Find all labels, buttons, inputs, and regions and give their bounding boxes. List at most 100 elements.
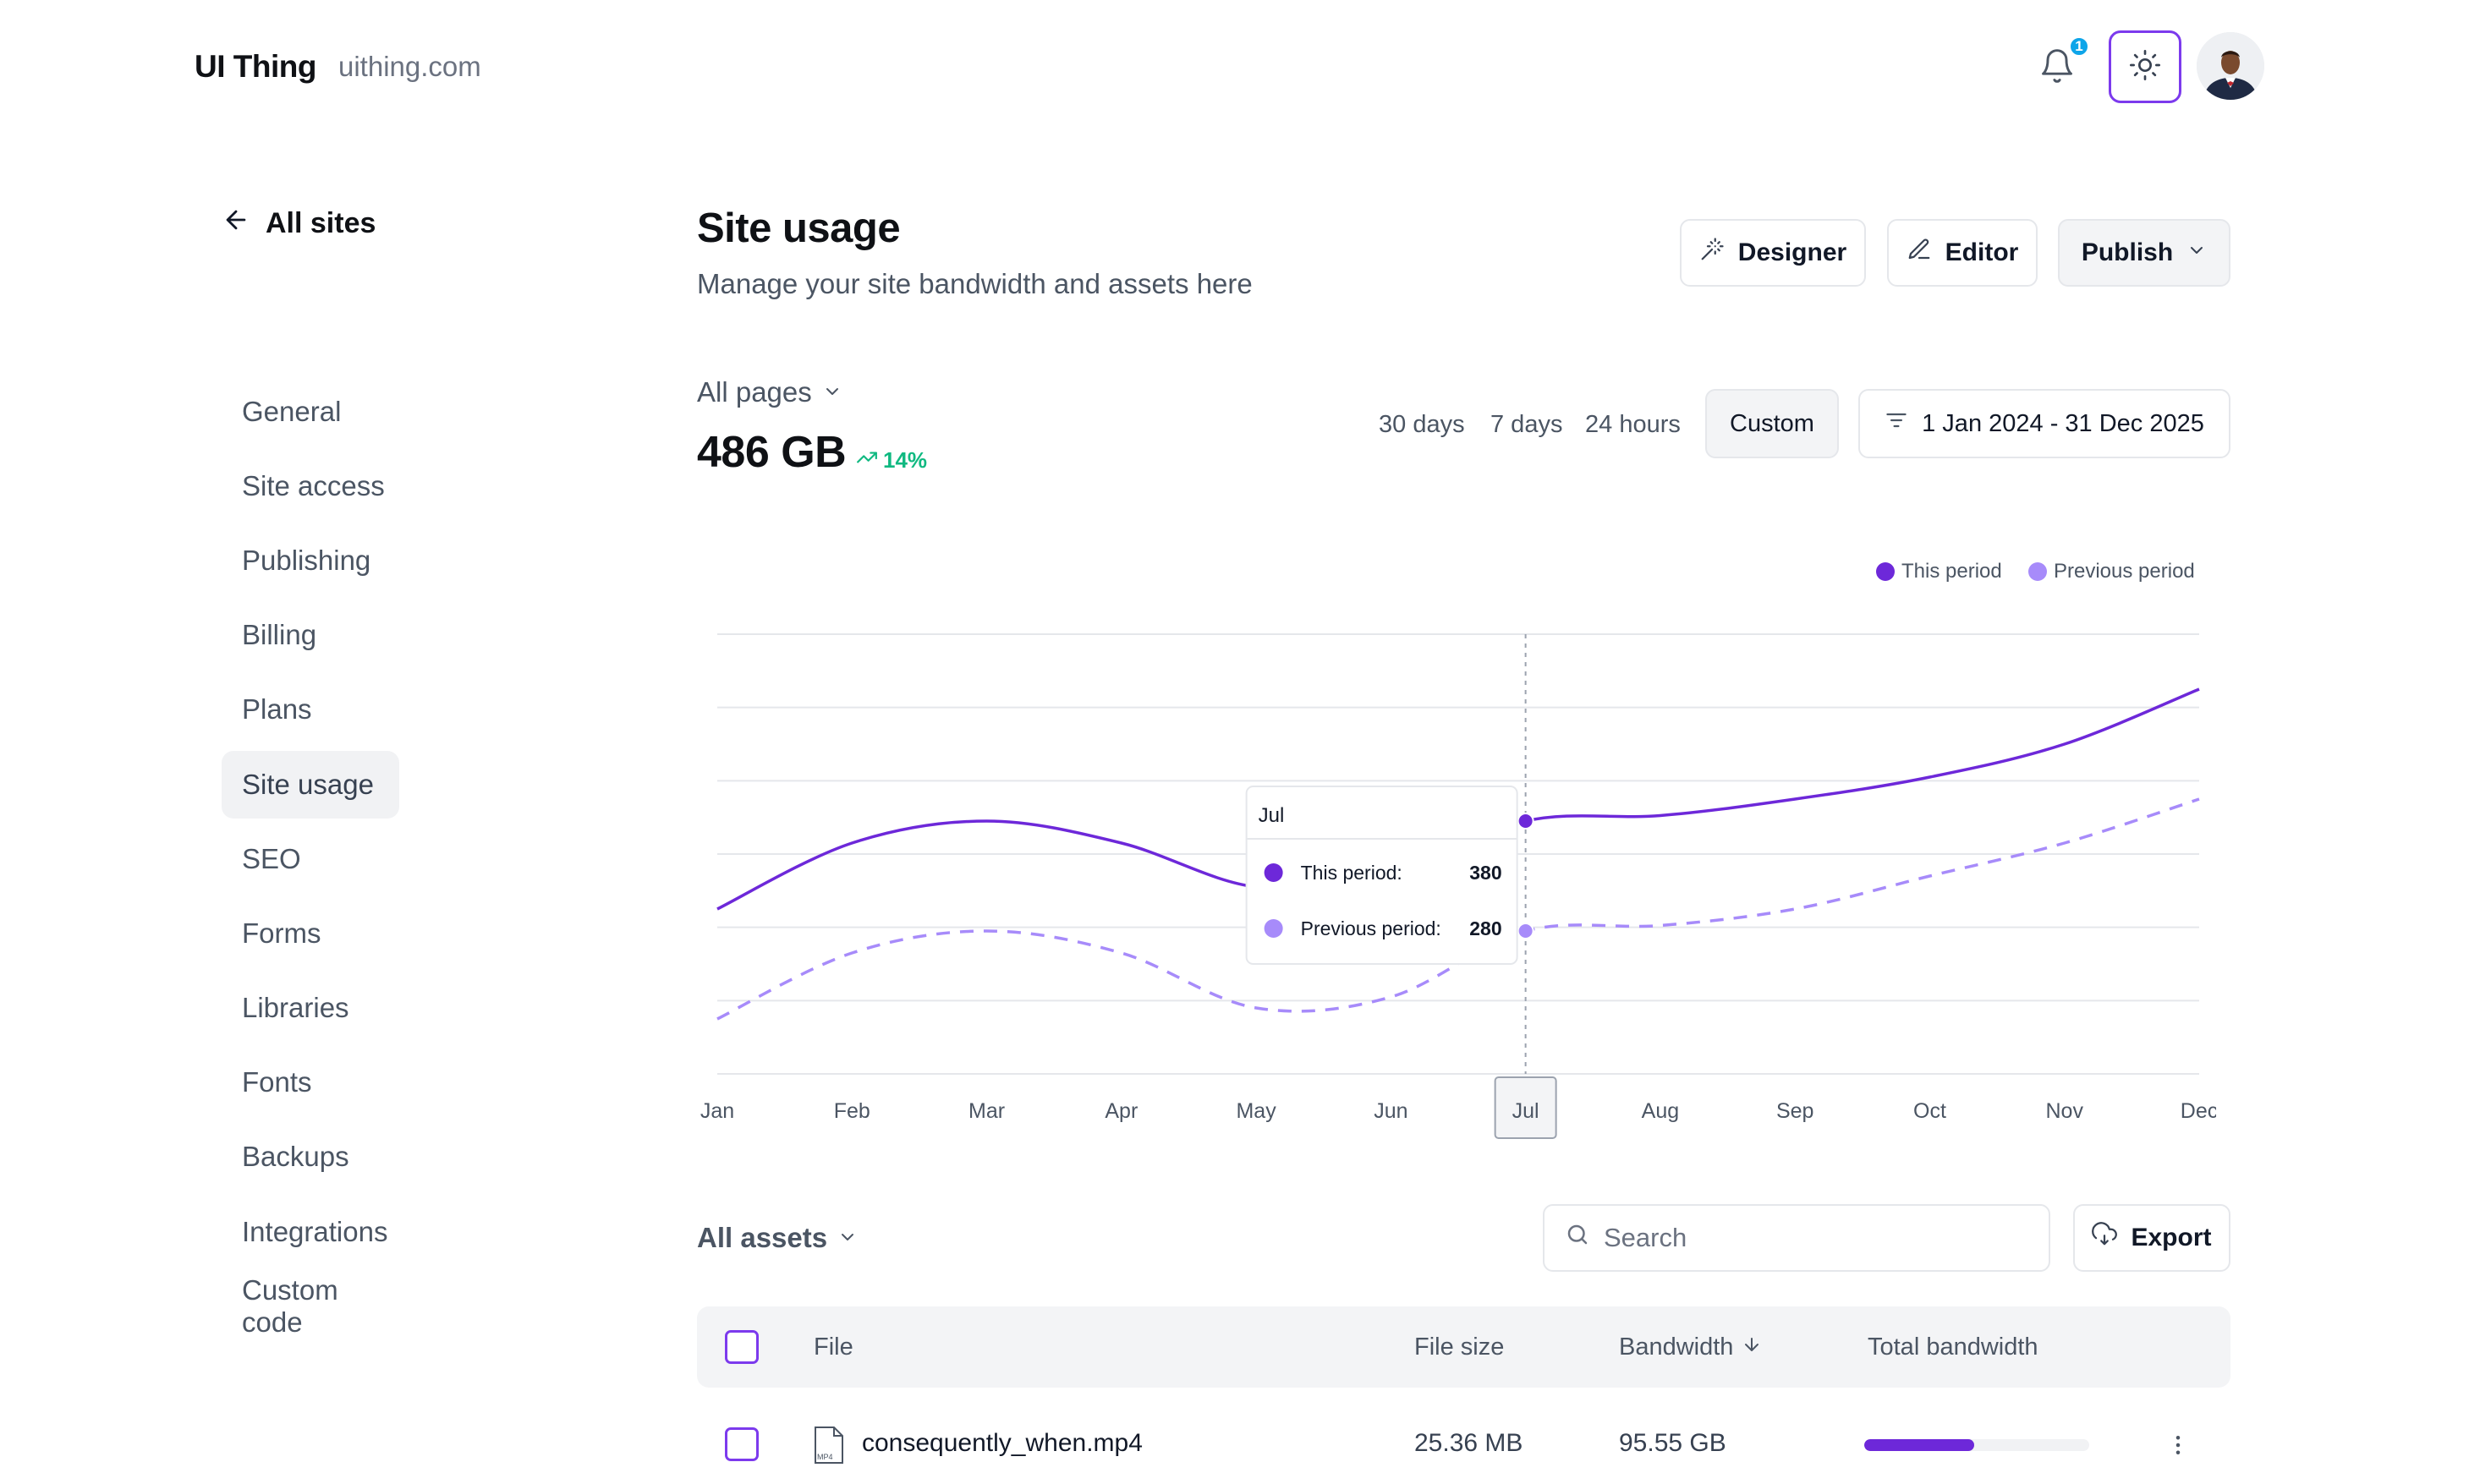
trending-up-icon (856, 446, 878, 474)
export-label: Export (2131, 1224, 2212, 1251)
x-tick-label: Nov (2045, 1099, 2083, 1123)
search-input[interactable]: Search (1543, 1204, 2050, 1272)
x-tick-label: Apr (1105, 1099, 1138, 1123)
sidebar-item-backups[interactable]: Backups (222, 1123, 399, 1191)
more-vertical-icon[interactable] (2165, 1432, 2191, 1462)
legend-dot (1876, 562, 1895, 581)
file-video-icon: MP4 (812, 1426, 846, 1469)
brand-name[interactable]: UI Thing (195, 49, 316, 85)
x-tick-label: Sep (1776, 1099, 1813, 1123)
tooltip-label: This period: (1301, 862, 1402, 884)
range-custom[interactable]: Custom (1705, 389, 1839, 458)
range-30-days[interactable]: 30 days (1379, 411, 1465, 439)
svg-text:MP4: MP4 (817, 1453, 833, 1461)
legend-prev-label: Previous period (2054, 560, 2195, 583)
legend-dot (2028, 562, 2047, 581)
arrow-down-icon (1742, 1333, 1762, 1361)
select-all-checkbox[interactable] (725, 1330, 759, 1364)
editor-button[interactable]: Editor (1887, 219, 2038, 287)
page-title: Site usage (697, 205, 901, 251)
pages-filter-label: All pages (697, 376, 812, 408)
search-placeholder: Search (1604, 1223, 1687, 1252)
column-bandwidth[interactable]: Bandwidth (1619, 1333, 1762, 1361)
site-domain: uithing.com (338, 51, 481, 82)
sidebar-item-site-usage[interactable]: Site usage (222, 751, 399, 819)
sidebar-item-publishing[interactable]: Publishing (222, 527, 399, 594)
total-bandwidth-bar-fill (1864, 1439, 1975, 1451)
date-range-label: 1 Jan 2024 - 31 Dec 2025 (1922, 409, 2204, 437)
file-name[interactable]: consequently_when.mp4 (862, 1429, 1143, 1458)
designer-label: Designer (1737, 238, 1847, 266)
hover-point (1517, 813, 1534, 830)
range-24-hours[interactable]: 24 hours (1585, 411, 1681, 439)
assets-filter-dropdown[interactable]: All assets (697, 1222, 858, 1254)
x-tick-label: Oct (1913, 1099, 1946, 1123)
change-value: 14% (883, 447, 928, 473)
sidebar-item-billing[interactable]: Billing (222, 601, 399, 669)
change-badge: 14% (856, 446, 927, 474)
tooltip-value: 380 (1469, 862, 1501, 884)
sidebar-item-fonts[interactable]: Fonts (222, 1049, 399, 1116)
x-tick-label: Jan (700, 1099, 734, 1123)
x-tick-label: Dec (2181, 1099, 2216, 1123)
arrow-left-icon (222, 205, 250, 242)
bandwidth-line-chart[interactable]: Jan Feb Mar Apr May Jun Jul Aug Sep Oct Nov Dec Jul T… (694, 617, 2216, 1142)
x-tick-label: Feb (834, 1099, 870, 1123)
sidebar-item-site-access[interactable]: Site access (222, 452, 399, 520)
theme-toggle-button[interactable] (2109, 30, 2181, 103)
x-tick-label: May (1236, 1099, 1276, 1123)
back-to-all-sites-link[interactable]: All sites (222, 205, 376, 242)
chevron-down-icon (822, 376, 842, 408)
chevron-down-icon (2186, 238, 2207, 267)
column-total-bandwidth[interactable]: Total bandwidth (1868, 1333, 2038, 1361)
x-tick-label: Mar (968, 1099, 1005, 1123)
assets-filter-label: All assets (697, 1222, 828, 1253)
row-checkbox[interactable] (725, 1427, 759, 1461)
sidebar-item-general[interactable]: General (222, 378, 399, 446)
total-bandwidth-value: 486 GB (697, 428, 847, 477)
tooltip-value: 280 (1469, 917, 1501, 939)
column-file[interactable]: File (814, 1333, 853, 1361)
range-custom-label: Custom (1730, 409, 1814, 437)
x-tick-label: Aug (1642, 1099, 1679, 1123)
legend-this-period: This period (1876, 560, 2002, 583)
legend-previous-period: Previous period (2028, 560, 2195, 583)
hover-point (1517, 923, 1534, 939)
sidebar-item-integrations[interactable]: Integrations (222, 1198, 399, 1266)
export-button[interactable]: Export (2073, 1204, 2230, 1272)
x-tick-label: Jun (1374, 1099, 1407, 1123)
pages-filter-dropdown[interactable]: All pages (697, 376, 842, 408)
x-tick-label: Jul (1512, 1099, 1539, 1123)
file-size-value: 25.36 MB (1414, 1429, 1523, 1457)
sidebar-item-forms[interactable]: Forms (222, 900, 399, 967)
avatar[interactable] (2197, 32, 2264, 100)
filter-lines-icon (1885, 408, 1908, 439)
sidebar-item-seo[interactable]: SEO (222, 825, 399, 893)
date-range-picker[interactable]: 1 Jan 2024 - 31 Dec 2025 (1858, 389, 2230, 458)
back-label: All sites (266, 207, 376, 239)
sidebar-item-custom-code[interactable]: Custom code (222, 1273, 399, 1340)
cloud-download-icon (2092, 1222, 2118, 1254)
designer-button[interactable]: Designer (1680, 219, 1866, 287)
notification-badge: 1 (2068, 36, 2090, 57)
tooltip-label: Previous period: (1301, 917, 1441, 939)
search-icon (1565, 1222, 1590, 1254)
tooltip-title: Jul (1259, 804, 1285, 827)
editor-label: Editor (1945, 238, 2019, 266)
sidebar-item-plans[interactable]: Plans (222, 676, 399, 743)
column-file-size[interactable]: File size (1414, 1333, 1504, 1361)
legend-this-label: This period (1901, 560, 2002, 583)
tooltip-dot (1264, 863, 1283, 882)
column-bandwidth-label: Bandwidth (1619, 1333, 1734, 1361)
wand-icon (1699, 237, 1725, 269)
chevron-down-icon (837, 1222, 858, 1254)
sidebar-item-libraries[interactable]: Libraries (222, 974, 399, 1042)
sun-icon (2128, 48, 2162, 86)
tooltip-dot (1264, 919, 1283, 938)
pencil-icon (1907, 237, 1932, 269)
range-7-days[interactable]: 7 days (1490, 411, 1562, 439)
publish-button[interactable]: Publish (2058, 219, 2230, 287)
publish-label: Publish (2081, 238, 2174, 266)
total-bandwidth-bar (1864, 1439, 2089, 1451)
bandwidth-value: 95.55 GB (1619, 1429, 1726, 1457)
